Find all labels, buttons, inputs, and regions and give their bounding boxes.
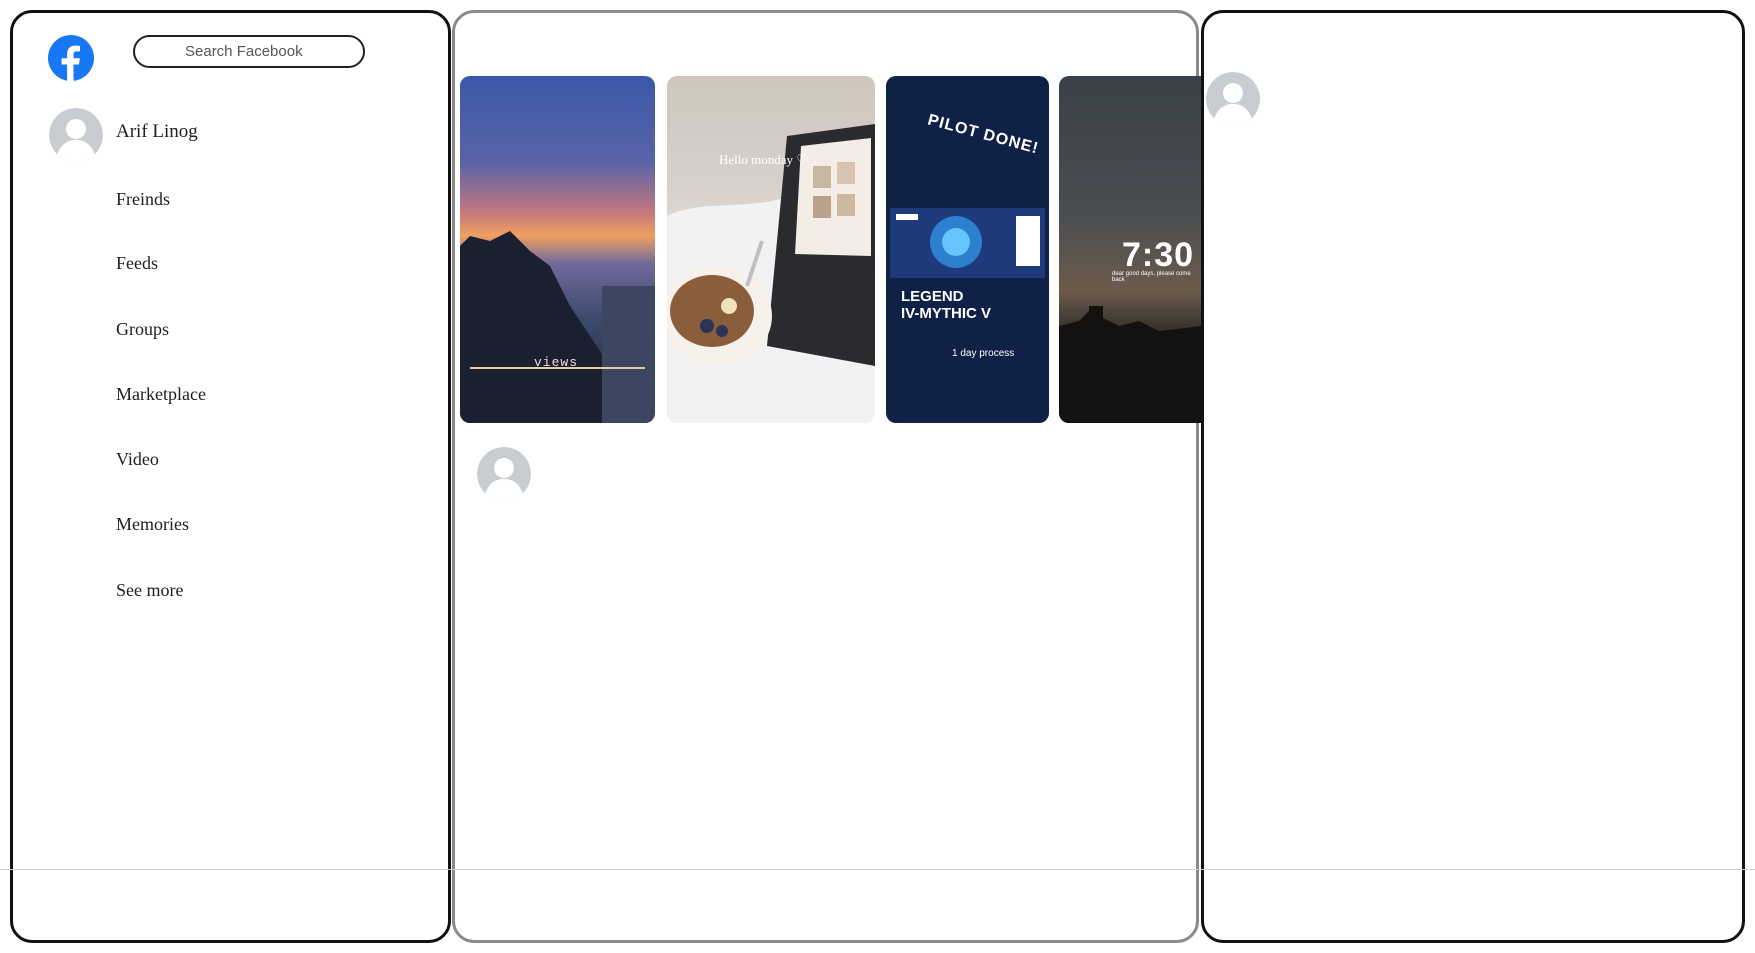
story-rank-text: LEGEND IV-MYTHIC V [901,288,992,322]
story-subtitle: 1 day process [952,348,1015,359]
sidebar-item-marketplace[interactable]: Marketplace [116,384,206,405]
sidebar-item-friends[interactable]: Freinds [116,189,170,210]
avatar[interactable] [1206,72,1260,126]
facebook-logo-icon[interactable] [48,35,94,81]
sidebar-item-feeds[interactable]: Feeds [116,253,158,274]
right-sidebar [1201,10,1745,943]
search-bar[interactable] [133,35,365,68]
sidebar-item-groups[interactable]: Groups [116,319,169,340]
avatar[interactable] [49,108,103,162]
default-avatar-icon [1206,72,1260,126]
user-name-link[interactable]: Arif Linog [116,121,198,143]
story-caption: Hello monday ♡ [719,152,808,167]
story-card[interactable]: views [460,76,655,423]
default-avatar-icon [477,447,531,501]
story-image [667,124,875,423]
story-note: dear good days, please come back [1112,271,1191,283]
sidebar-item-see-more[interactable]: See more [116,580,183,601]
story-card[interactable]: Hello monday ♡ [667,76,875,423]
search-input[interactable] [183,42,357,61]
divider-line [0,869,1755,870]
default-avatar-icon [49,108,103,162]
story-card[interactable]: PILOT DONE! LEGEND IV-MYTHIC V 1 day pro… [886,76,1049,423]
sidebar-item-memories[interactable]: Memories [116,514,189,535]
story-image [460,231,655,423]
sidebar-item-video[interactable]: Video [116,449,159,470]
story-caption: views [534,355,579,370]
story-time: 7:30 [1122,236,1195,274]
avatar[interactable] [477,447,531,501]
story-card[interactable]: 7:30 dear good days, please come back [1059,76,1201,423]
